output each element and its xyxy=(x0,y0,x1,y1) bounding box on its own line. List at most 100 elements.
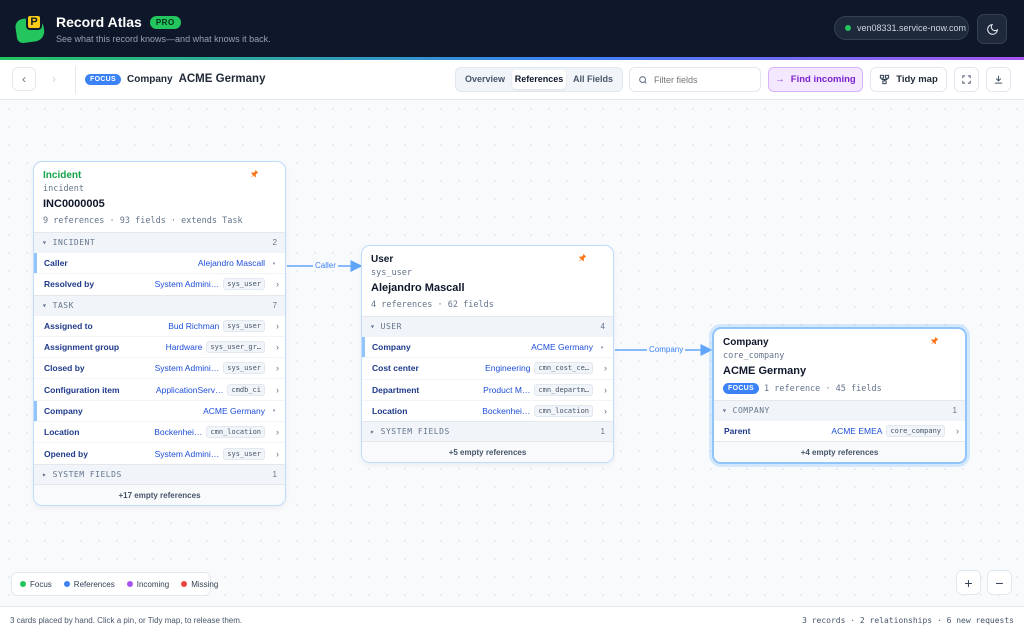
field-row[interactable]: Assignment group Hardware sys_user_gr… › xyxy=(34,335,285,357)
card-title: ACME Germany xyxy=(723,365,807,377)
legend: Focus References Incoming Missing xyxy=(11,572,218,596)
download-icon xyxy=(994,75,1003,84)
record-card-user[interactable]: User sys_user Alejandro Mascall 4 refere… xyxy=(361,245,614,464)
tidy-map-button[interactable]: Tidy map xyxy=(870,67,947,92)
field-row[interactable]: Assigned to Bud Richman sys_user › xyxy=(34,314,285,336)
fullscreen-button[interactable] xyxy=(954,67,979,92)
field-row[interactable]: Configuration item ApplicationServ… cmdb… xyxy=(34,378,285,399)
download-button[interactable] xyxy=(986,67,1011,92)
minus-icon: − xyxy=(995,574,1004,591)
empty-references-toggle[interactable]: +17 empty references xyxy=(34,483,285,505)
page-title: ACME Germany xyxy=(178,73,266,85)
field-row[interactable]: Closed by System Admini… sys_user › xyxy=(34,357,285,378)
legend-item-focus: Focus xyxy=(20,580,52,589)
status-right: 3 records · 2 relationships · 6 new requ… xyxy=(802,616,1014,625)
field-row[interactable]: Resolved by System Admini… sys_user › xyxy=(34,273,285,294)
legend-item-missing: Missing xyxy=(181,580,218,589)
field-row[interactable]: Location Bockenhei… cmn_location › xyxy=(362,399,613,421)
expand-icon xyxy=(962,75,971,84)
card-sys-name: core_company xyxy=(723,351,785,361)
caret-down-icon: ▾ xyxy=(722,406,733,415)
pin-icon[interactable] xyxy=(250,169,259,178)
record-card-company[interactable]: Company core_company ACME Germany FOCUS … xyxy=(712,327,967,465)
field-row[interactable]: Department Product M… cmn_departm… › xyxy=(362,378,613,400)
app-title: Record Atlas xyxy=(56,14,142,30)
card-title: Alejandro Mascall xyxy=(371,282,465,294)
tab-references[interactable]: References xyxy=(512,70,566,89)
caret-right-icon: ▸ xyxy=(370,427,381,437)
app-tagline: See what this record knows—and what know… xyxy=(56,34,271,44)
card-sys-name: sys_user xyxy=(371,268,412,278)
breadcrumb: FOCUS Company ACME Germany xyxy=(85,73,265,85)
card-header: Company core_company ACME Germany FOCUS … xyxy=(714,329,965,400)
pin-icon[interactable] xyxy=(930,336,939,345)
section-header[interactable]: ▾ USER 4 xyxy=(362,316,613,336)
card-table-name: Incident xyxy=(43,170,82,181)
card-meta-row: FOCUS 1 reference · 45 fields xyxy=(723,383,956,394)
section-header[interactable]: ▾ TASK 7 xyxy=(34,294,285,315)
pin-icon[interactable] xyxy=(578,253,587,262)
instance-pill[interactable]: ven08331.service-now.com xyxy=(834,16,969,40)
field-row[interactable]: Caller Alejandro Mascall • xyxy=(34,252,285,274)
section-header[interactable]: ▾ COMPANY 1 xyxy=(714,400,965,420)
theme-toggle-button[interactable] xyxy=(977,14,1007,44)
forward-button[interactable]: › xyxy=(42,67,66,91)
card-meta: 9 references · 93 fields · extends Task xyxy=(43,216,243,226)
section-header[interactable]: ▾ INCIDENT 2 xyxy=(34,232,285,252)
record-card-incident[interactable]: Incident incident INC0000005 9 reference… xyxy=(33,161,286,506)
caret-down-icon: ▾ xyxy=(42,300,53,310)
chevron-left-icon: ‹ xyxy=(22,72,26,86)
connected-dot-icon xyxy=(845,25,851,31)
card-table-name: Company xyxy=(723,337,769,348)
app-logo: P xyxy=(14,14,46,44)
zoom-in-button[interactable]: + xyxy=(956,570,981,595)
legend-item-incoming: Incoming xyxy=(126,580,169,589)
section-header-system-fields[interactable]: ▸ SYSTEM FIELDS 1 xyxy=(34,463,285,484)
legend-dot xyxy=(181,581,188,587)
field-row[interactable]: Parent ACME EMEA core_company › xyxy=(714,420,965,441)
view-tabs: Overview References All Fields xyxy=(455,67,623,92)
moon-icon xyxy=(986,23,998,35)
tree-icon xyxy=(880,74,890,85)
tab-all-fields[interactable]: All Fields xyxy=(566,70,620,89)
section-header-system-fields[interactable]: ▸ SYSTEM FIELDS 1 xyxy=(362,421,613,442)
filter-box xyxy=(629,67,761,92)
field-row[interactable]: Location Bockenhei… cmn_location › xyxy=(34,421,285,442)
status-left: 3 cards placed by hand. Click a pin, or … xyxy=(10,616,243,625)
filter-fields-input[interactable] xyxy=(654,74,754,85)
card-title: INC0000005 xyxy=(43,198,105,210)
pro-badge: PRO xyxy=(149,15,181,29)
toolbar-divider xyxy=(75,66,76,94)
legend-dot xyxy=(126,581,133,587)
legend-item-references: References xyxy=(63,580,115,589)
empty-references-toggle[interactable]: +4 empty references xyxy=(714,441,965,463)
caret-down-icon: ▾ xyxy=(370,322,381,331)
field-row[interactable]: Cost center Engineering cmn_cost_ce… › xyxy=(362,357,613,378)
back-button[interactable]: ‹ xyxy=(12,67,36,91)
tab-overview[interactable]: Overview xyxy=(458,70,512,89)
card-header: Incident incident INC0000005 9 reference… xyxy=(34,162,285,232)
brand: Record Atlas PRO See what this record kn… xyxy=(56,14,271,44)
card-table-name: User xyxy=(371,254,394,265)
field-row[interactable]: Opened by System Admini… sys_user › xyxy=(34,442,285,463)
find-incoming-button[interactable]: → Find incoming xyxy=(768,67,863,92)
focus-badge: FOCUS xyxy=(85,73,121,85)
focus-table: Company xyxy=(127,73,173,85)
toolbar: ‹ › FOCUS Company ACME Germany Overview … xyxy=(0,60,1024,100)
instance-name: ven08331.service-now.com xyxy=(857,23,967,33)
zoom-out-button[interactable]: − xyxy=(987,570,1012,595)
tidy-map-label: Tidy map xyxy=(896,74,938,85)
edge-label-caller: Caller xyxy=(313,261,338,270)
status-bar: 3 cards placed by hand. Click a pin, or … xyxy=(0,606,1024,634)
field-row[interactable]: Company ACME Germany • xyxy=(362,336,613,358)
search-icon xyxy=(639,75,647,84)
arrow-right-icon: → xyxy=(775,74,785,85)
caret-down-icon: ▾ xyxy=(42,238,53,247)
find-incoming-label: Find incoming xyxy=(790,74,856,85)
empty-references-toggle[interactable]: +5 empty references xyxy=(362,441,613,463)
field-row[interactable]: Company ACME Germany • xyxy=(34,399,285,422)
legend-dot xyxy=(20,581,26,587)
graph-canvas[interactable]: Caller Company Incident incident INC0000… xyxy=(0,100,1024,606)
card-header: User sys_user Alejandro Mascall 4 refere… xyxy=(362,246,613,316)
caret-right-icon: ▸ xyxy=(42,469,53,479)
